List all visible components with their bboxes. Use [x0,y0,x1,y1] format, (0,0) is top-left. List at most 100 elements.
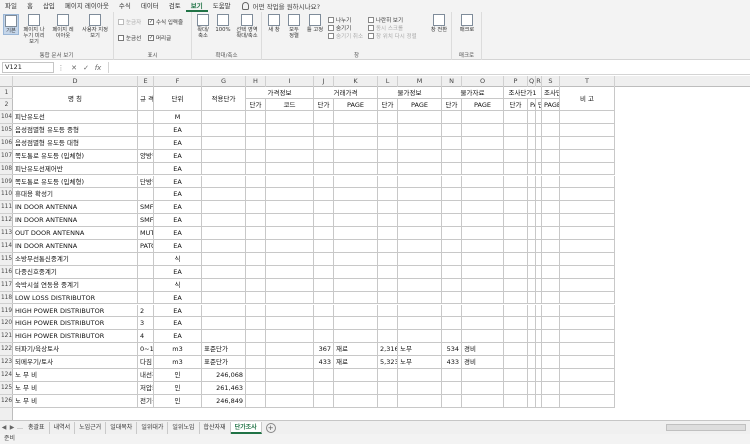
cell-spec[interactable] [138,291,154,305]
row-header-123[interactable]: 123 [0,356,13,369]
row-header-121[interactable]: 121 [0,330,13,344]
cell-info2-page[interactable]: 노무 [398,356,442,369]
menu-formulas[interactable]: 수식 [114,0,136,12]
row-header-126[interactable]: 126 [0,395,13,408]
cell-info2-page[interactable] [398,227,442,240]
next-sheet-icon[interactable]: ▶ [8,424,16,431]
cell-price-info2[interactable] [378,188,398,202]
cell-code[interactable] [266,291,314,305]
cell-price-info2[interactable] [378,214,398,228]
cell-trade-price[interactable] [314,188,334,202]
cell-empty[interactable] [528,175,536,189]
cell-base-price[interactable] [202,201,246,215]
cell-price-data[interactable] [442,381,462,395]
cell-code[interactable] [266,369,314,382]
row-header-111[interactable]: 111 [0,201,13,215]
cell-empty[interactable] [528,136,536,150]
cell-info2-page[interactable] [398,111,442,124]
cell-price-data[interactable] [442,317,462,331]
cell-empty[interactable] [542,111,560,124]
cell-price-info2[interactable] [378,123,398,137]
cell-empty[interactable] [560,265,615,279]
row-header-125[interactable]: 125 [0,382,13,395]
cell-trade-page[interactable] [334,188,378,202]
normal-view-button[interactable]: 기본 [3,14,19,35]
cell-code[interactable] [266,343,314,357]
column-header-p[interactable]: P [504,76,528,87]
cell-trade-page[interactable] [334,369,378,382]
cell-trade-price[interactable] [314,278,334,292]
cell-name[interactable]: 쪽도통로 유도등 (입체형) [13,149,138,163]
column-header-l[interactable]: L [378,76,398,87]
cell-trade-price[interactable] [314,369,334,382]
cell-empty[interactable] [504,123,528,137]
column-header-h[interactable]: H [246,76,266,87]
menu-data[interactable]: 데이터 [136,0,164,12]
cell-empty[interactable] [528,317,536,331]
subheader[interactable]: 단가 [504,99,528,111]
cell-info2-page[interactable]: 노무 [398,343,442,357]
cell-empty[interactable] [504,369,528,382]
unhide-button[interactable]: 숨기기 취소 [328,32,363,40]
cell-empty[interactable] [504,278,528,292]
cell-unit[interactable]: 인 [154,369,202,382]
formula-input[interactable] [108,62,750,73]
column-header-o[interactable]: O [462,76,504,87]
column-header-s[interactable]: S [542,76,560,87]
cell-code[interactable] [266,394,314,408]
cell-info2-page[interactable] [398,278,442,292]
cell-empty[interactable] [542,369,560,382]
cell-trade-page[interactable]: 재료 [334,356,378,369]
cell-price-info[interactable] [246,240,266,253]
cell-price-data[interactable] [442,162,462,176]
side-by-side-button[interactable]: 나란히 보기 [368,16,403,24]
row-header-110[interactable]: 110 [0,188,13,202]
cell-info2-page[interactable] [398,265,442,279]
column-header-g[interactable]: G [202,76,246,87]
cell-unit[interactable]: EA [154,123,202,137]
cell-base-price[interactable] [202,304,246,318]
cell-unit[interactable]: EA [154,291,202,305]
cell-name[interactable]: OUT DOOR ANTENNA [13,227,138,240]
row-header-117[interactable]: 117 [0,279,13,292]
cell-price-data[interactable] [442,394,462,408]
cell-trade-page[interactable] [334,252,378,266]
cell-base-price[interactable] [202,265,246,279]
cell-spec[interactable] [138,252,154,266]
cell-name[interactable]: 노 무 비 [13,381,138,395]
cell-empty[interactable] [528,188,536,202]
header-unit[interactable]: 단위 [154,87,202,111]
cell-trade-price[interactable] [314,162,334,176]
cancel-icon[interactable]: ✕ [68,64,80,72]
row-header-108[interactable]: 108 [0,163,13,176]
cell-price-info2[interactable] [378,252,398,266]
cell-empty[interactable] [542,201,560,215]
cell-data-page[interactable] [462,136,504,150]
column-header-i[interactable]: I [266,76,314,87]
cell-code[interactable] [266,136,314,150]
cell-unit[interactable]: EA [154,265,202,279]
ruler-checkbox[interactable]: 눈금자 [118,18,141,26]
sheet-tab-6[interactable]: 합산자재 [200,421,231,434]
tell-me-box[interactable]: 어떤 작업을 원하시나요? [241,1,320,11]
cell-empty[interactable] [542,265,560,279]
cell-data-page[interactable] [462,227,504,240]
cell-price-info[interactable] [246,291,266,305]
cell-price-info2[interactable] [378,175,398,189]
cell-info2-page[interactable] [398,317,442,331]
cell-data-page[interactable] [462,214,504,228]
cell-empty[interactable] [528,369,536,382]
cell-empty[interactable] [560,278,615,292]
macros-button[interactable]: 매크로 [457,14,477,33]
cell-empty[interactable] [528,265,536,279]
cell-price-data[interactable] [442,252,462,266]
cell-empty[interactable] [528,227,536,240]
cell-info2-page[interactable] [398,188,442,202]
subheader[interactable]: PAGE [528,99,536,111]
cell-empty[interactable] [542,175,560,189]
cell-empty[interactable] [528,381,536,395]
cell-price-info[interactable] [246,149,266,163]
row-header-119[interactable]: 119 [0,305,13,318]
row-header-122[interactable]: 122 [0,343,13,357]
cell-spec[interactable] [138,136,154,150]
